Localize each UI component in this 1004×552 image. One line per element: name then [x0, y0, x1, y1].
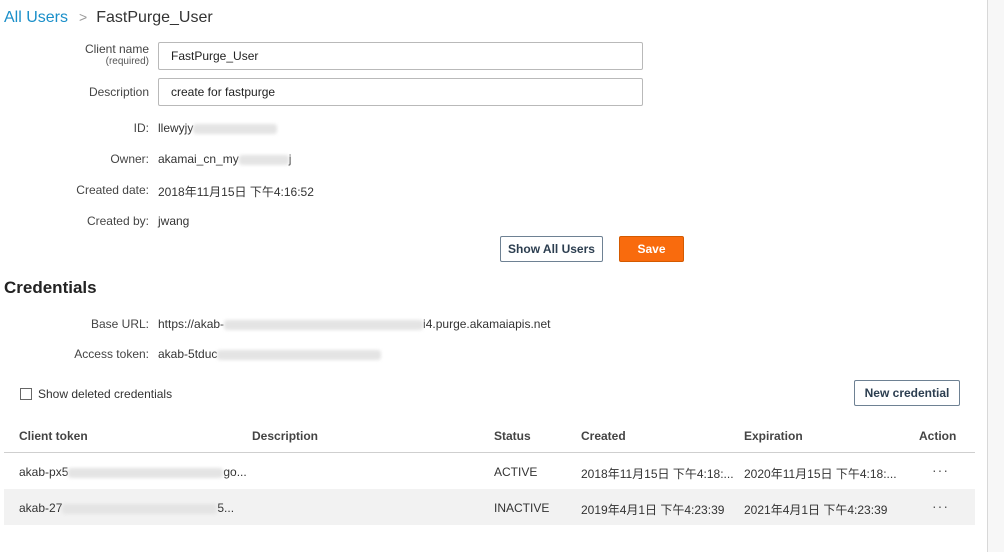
id-value-text: llewyjy	[158, 121, 194, 135]
owner-value-end: j	[288, 152, 292, 166]
created-date-label: Created date:	[76, 183, 149, 197]
expiration-cell: 2021年4月1日 下午4:23:39	[744, 503, 888, 517]
show-all-users-button[interactable]: Show All Users	[500, 236, 603, 262]
owner-label: Owner:	[110, 152, 149, 166]
client-name-label: Client name (required)	[85, 42, 149, 68]
row-actions-menu-icon[interactable]: ···	[932, 498, 949, 514]
show-deleted-checkbox[interactable]	[20, 388, 32, 400]
client-name-required-note: (required)	[105, 56, 149, 67]
base-url-value: https://akab-i4.purge.akamaiapis.net	[158, 317, 550, 331]
client-token-end: 5...	[217, 501, 235, 515]
row-actions-menu-icon[interactable]: ···	[932, 462, 949, 478]
table-row[interactable]: akab-px5 go... ACTIVE 2018年11月15日 下午4:18:…	[4, 453, 975, 489]
table-row[interactable]: akab-27 5... INACTIVE 2019年4月1日 下午4:23:39…	[4, 489, 975, 525]
client-token-start: akab-27	[19, 501, 63, 515]
column-header-created[interactable]: Created	[581, 429, 626, 443]
client-token-end: go...	[223, 465, 247, 479]
id-value: llewyjy	[158, 121, 278, 135]
show-deleted-label: Show deleted credentials	[38, 387, 173, 401]
save-button[interactable]: Save	[619, 236, 684, 262]
scrollbar[interactable]	[987, 0, 1004, 552]
show-deleted-credentials-toggle[interactable]: Show deleted credentials	[20, 387, 172, 401]
redaction-mask	[224, 319, 424, 330]
credentials-heading: Credentials	[4, 278, 97, 297]
client-name-input[interactable]	[158, 42, 643, 70]
description-input[interactable]	[158, 78, 643, 106]
id-label: ID:	[133, 121, 149, 135]
access-token-label: Access token:	[74, 347, 149, 361]
redaction-mask	[238, 154, 289, 165]
description-label: Description	[88, 85, 149, 99]
redaction-mask	[62, 503, 218, 514]
column-header-description[interactable]: Description	[252, 429, 318, 443]
access-token-start: akab-5tduc	[158, 347, 218, 361]
table-header-row: Client token Description Status Created …	[4, 418, 975, 453]
created-cell: 2018年11月15日 下午4:18:...	[581, 467, 734, 481]
credentials-table: Client token Description Status Created …	[4, 418, 975, 525]
redaction-mask	[193, 123, 278, 134]
breadcrumb-separator: >	[79, 9, 88, 25]
redaction-mask	[68, 467, 224, 478]
created-by-value: jwang	[158, 214, 190, 228]
expiration-cell: 2020年11月15日 下午4:18:...	[744, 467, 897, 481]
created-date-value: 2018年11月15日 下午4:16:52	[158, 185, 314, 199]
column-header-client-token[interactable]: Client token	[19, 429, 88, 443]
column-header-expiration[interactable]: Expiration	[744, 429, 803, 443]
base-url-label: Base URL:	[90, 317, 149, 331]
breadcrumb: All Users > FastPurge_User	[4, 6, 213, 29]
new-credential-button[interactable]: New credential	[854, 380, 960, 406]
owner-value-start: akamai_cn_my	[158, 152, 239, 166]
breadcrumb-current: FastPurge_User	[96, 9, 213, 26]
client-name-label-text: Client name	[84, 42, 149, 56]
breadcrumb-all-users-link[interactable]: All Users	[4, 9, 68, 26]
column-header-action: Action	[919, 429, 957, 443]
created-cell: 2019年4月1日 下午4:23:39	[581, 503, 725, 517]
owner-value: akamai_cn_my j	[158, 152, 291, 166]
status-cell: ACTIVE	[494, 465, 538, 479]
status-cell: INACTIVE	[494, 501, 550, 515]
base-url-start: https://akab-	[158, 317, 225, 331]
base-url-end: i4.purge.akamaiapis.net	[423, 317, 551, 331]
column-header-status[interactable]: Status	[494, 429, 531, 443]
client-token-cell: akab-px5 go...	[19, 465, 247, 479]
created-by-label: Created by:	[86, 214, 149, 228]
client-token-cell: akab-27 5...	[19, 501, 234, 515]
access-token-value: akab-5tduc	[158, 347, 382, 361]
client-token-start: akab-px5	[19, 465, 69, 479]
redaction-mask	[217, 349, 382, 360]
